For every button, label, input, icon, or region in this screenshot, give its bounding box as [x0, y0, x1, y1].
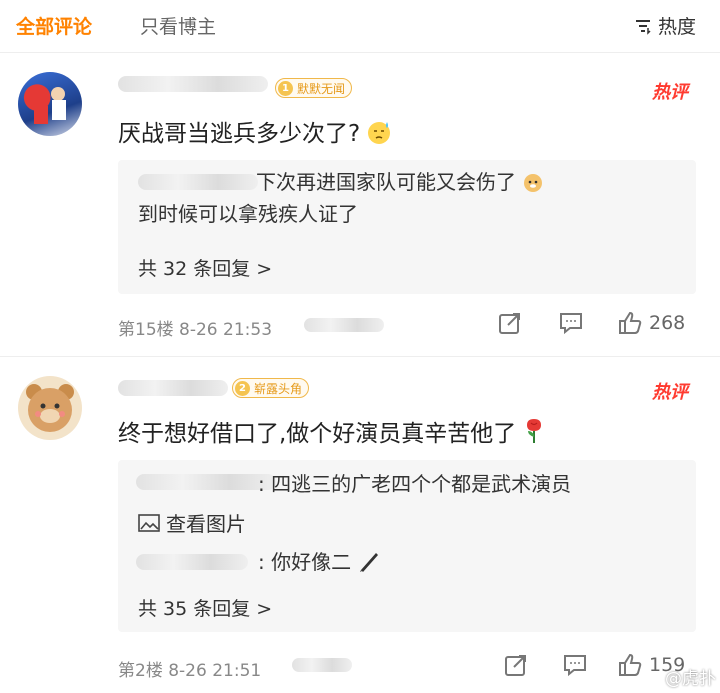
comment-text: 厌战哥当逃兵多少次了?: [118, 114, 392, 148]
reply-button[interactable]: [562, 652, 588, 678]
sort-icon: [635, 19, 651, 35]
comment-text: 终于想好借口了,做个好演员真辛苦他了: [118, 414, 546, 448]
floor-and-time: 第2楼 8-26 21:51: [118, 661, 262, 681]
thumbs-up-icon: [619, 653, 642, 676]
watermark: @虎扑: [665, 669, 716, 689]
badge-level: 2: [235, 380, 250, 396]
hot-comment-tag: 热评: [652, 82, 688, 103]
reply-text: : 你好像二: [258, 550, 352, 574]
share-button[interactable]: [497, 310, 523, 336]
comment-icon: [560, 313, 582, 335]
view-image-label: 查看图片: [166, 512, 246, 536]
sort-button[interactable]: 热度: [634, 12, 696, 39]
sweat-emoji-icon: [368, 122, 391, 144]
comment-content: 厌战哥当逃兵多少次了?: [118, 121, 361, 147]
share-button[interactable]: [503, 652, 529, 678]
share-icon: [505, 655, 526, 676]
reply-item: : 你好像二: [258, 546, 381, 578]
comment-icon: [564, 655, 586, 677]
source-blurred: [292, 658, 352, 672]
reply-item: : 四逃三的广老四个个都是武术演员: [258, 472, 572, 496]
like-button[interactable]: 268: [617, 310, 685, 336]
reply-box[interactable]: 下次再进国家队可能又会伤了 到时候可以拿残疾人证了 共 32 条回复 >: [118, 160, 696, 294]
reply-username-blurred[interactable]: [136, 474, 276, 490]
avatar[interactable]: [18, 72, 82, 136]
reply-button[interactable]: [558, 310, 584, 336]
tab-all-comments[interactable]: 全部评论: [16, 12, 92, 39]
fan-level-badge: 2 崭露头角: [232, 378, 310, 398]
reply-item-continued: 到时候可以拿残疾人证了: [138, 202, 358, 226]
pen-emoji-icon: [360, 553, 379, 572]
thumbs-up-icon: [619, 311, 642, 334]
view-more-replies[interactable]: 共 32 条回复 >: [138, 254, 272, 281]
reply-username-blurred[interactable]: [136, 554, 248, 570]
badge-label: 默默无闻: [297, 81, 346, 96]
reply-text: 下次再进国家队可能又会伤了: [256, 170, 516, 194]
divider: [0, 356, 720, 357]
share-icon: [499, 313, 520, 334]
reply-item: 下次再进国家队可能又会伤了: [256, 166, 544, 198]
avatar[interactable]: [18, 376, 82, 440]
reply-username-blurred[interactable]: [138, 174, 258, 190]
comment-meta: 第2楼 8-26 21:51: [118, 656, 261, 681]
comment-content: 终于想好借口了,做个好演员真辛苦他了: [118, 421, 517, 447]
rose-emoji-icon: [527, 419, 542, 443]
username-blurred[interactable]: [118, 380, 228, 396]
view-more-replies[interactable]: 共 35 条回复 >: [138, 594, 272, 621]
floor-and-time: 第15楼 8-26 21:53: [118, 320, 273, 340]
username-blurred[interactable]: [118, 76, 268, 92]
badge-label: 崭露头角: [254, 381, 303, 396]
like-count: 268: [649, 312, 686, 334]
hot-comment-tag: 热评: [652, 382, 688, 403]
fan-level-badge: 1 默默无闻: [275, 78, 353, 98]
image-icon: [138, 513, 160, 532]
divider: [0, 52, 720, 53]
sort-label: 热度: [657, 16, 696, 38]
comment-tabs: 全部评论 只看博主 热度: [0, 0, 720, 50]
player-image-icon: [34, 87, 66, 124]
source-blurred: [304, 318, 384, 332]
tab-op-only[interactable]: 只看博主: [140, 12, 216, 39]
view-image-link[interactable]: 查看图片: [138, 508, 246, 537]
reply-box[interactable]: : 四逃三的广老四个个都是武术演员 查看图片 : 你好像二 共 35 条回复 >: [118, 460, 696, 632]
bear-avatar-icon: [26, 384, 74, 432]
badge-level: 1: [278, 80, 293, 96]
comment-meta: 第15楼 8-26 21:53: [118, 315, 272, 340]
doge-emoji-icon: [524, 174, 542, 192]
